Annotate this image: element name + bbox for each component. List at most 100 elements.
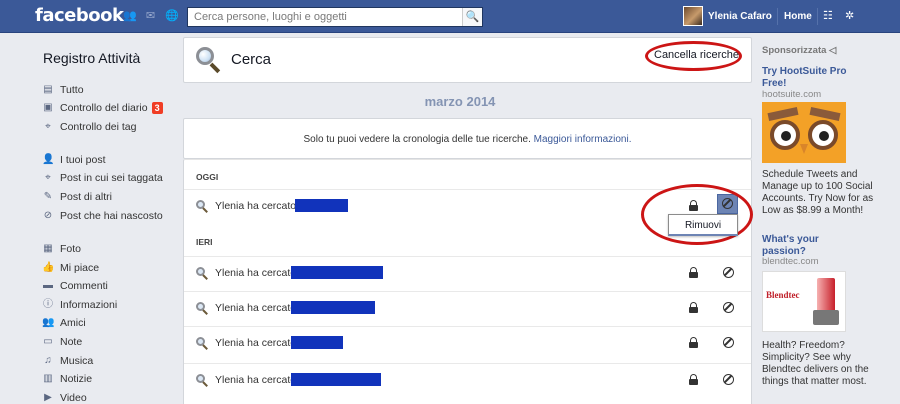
ad-title[interactable]: Try HootSuite Pro Free! [762,66,862,90]
tag-icon: ⌖ [45,172,51,183]
sidebar-item-label: Post in cui sei taggata [60,172,163,184]
notifications-icon[interactable]: 🌐 [165,10,179,22]
video-icon: ▶ [44,392,52,403]
tag-icon: ⌖ [45,121,51,132]
learn-more-link[interactable]: Maggiori informazioni. [534,134,632,145]
sidebar-item-informazioni[interactable]: ⓘ Informazioni [42,298,117,312]
row-text: Ylenia ha cercato [215,267,297,279]
gear-icon[interactable]: ✲ [845,10,854,22]
notice-text: Solo tu puoi vedere la cronologia delle … [303,134,531,145]
profile-link[interactable]: Ylenia Cafaro [708,11,772,22]
block-icon[interactable] [723,337,734,348]
sidebar-title: Registro Attività [43,50,141,66]
block-icon[interactable] [723,267,734,278]
search-input[interactable]: Cerca persone, luoghi e oggetti 🔍 [187,7,483,27]
friends-icon: 👥 [42,317,55,328]
news-icon: ▥ [43,373,53,384]
page-title: Cerca [231,51,272,68]
month-heading: marzo 2014 [424,94,496,109]
search-button[interactable]: 🔍 [462,8,482,26]
sidebar-item-post-di-altri[interactable]: ✎ Post di altri [42,190,112,204]
ad-icon: ◁ [829,45,837,56]
comment-icon: ▬ [43,280,53,291]
search-icon [196,267,208,280]
info-icon: ⓘ [43,299,53,310]
sidebar-item-label: Mi piace [60,262,100,274]
sidebar-item-controllo-del-diario[interactable]: ▣ Controllo del diario 3 [42,101,163,115]
section-label: IERI [196,237,213,247]
ad-domain: hootsuite.com [762,89,822,100]
block-icon[interactable] [723,302,734,313]
messages-icon[interactable]: ✉ [144,10,157,22]
redacted-search-term [295,199,348,212]
left-sidebar: Registro Attività ▤ Tutto ▣ Controllo del d… [0,34,170,404]
lock-icon[interactable] [688,267,700,279]
lock-icon[interactable] [688,337,700,349]
sidebar-item-musica[interactable]: ♫ Musica [42,354,93,368]
lock-icon[interactable] [688,374,700,386]
sidebar-item-commenti[interactable]: ▬ Commenti [42,279,108,293]
sidebar-item-i-tuoi-post[interactable]: 👤 I tuoi post [42,153,106,167]
redacted-search-term [291,336,343,349]
sidebar-item-video[interactable]: ▶ Video [42,391,87,404]
magnifier-icon [196,47,221,74]
search-placeholder: Cerca persone, luoghi e oggetti [194,11,347,23]
sidebar-item-label: Post che hai nascosto [60,210,163,222]
block-icon[interactable] [723,374,734,385]
divider [777,8,778,25]
search-history-row: Ylenia ha cercato [184,291,751,326]
like-icon: 👍 [42,262,55,273]
remove-menu[interactable]: Rimuovi [668,214,738,236]
search-icon: 🔍 [465,11,480,23]
home-link[interactable]: Home [784,11,812,22]
sidebar-item-note[interactable]: ▭ Note [42,335,82,349]
search-icon [196,200,208,213]
blendtec-image[interactable]: Blendtec [762,271,846,332]
sidebar-item-post-che-hai-nascosto[interactable]: ⊘ Post che hai nascosto [42,209,163,223]
sidebar-item-label: Video [60,392,87,404]
sidebar-item-label: Informazioni [60,299,118,311]
person-icon: 👤 [42,154,55,165]
row-text: Ylenia ha cercato [215,337,297,349]
facebook-logo[interactable]: facebook [35,5,124,26]
hootsuite-owl-image[interactable] [762,102,846,163]
lock-icon[interactable] [688,302,700,314]
search-icon [196,302,208,315]
post-icon: ✎ [43,191,53,202]
redacted-search-term [291,301,375,314]
search-history-row: Ylenia ha cercato [184,363,751,398]
sidebar-item-label: Musica [60,355,94,367]
search-history-row: Ylenia ha cercato [184,326,751,361]
row-text: Ylenia ha cercato [215,302,297,314]
sidebar-item-post-in-cui-sei-taggata[interactable]: ⌖ Post in cui sei taggata [42,171,163,185]
sidebar-item-label: Notizie [60,373,93,385]
note-icon: ▭ [43,336,53,347]
sidebar-item-label: Controllo del diario [60,102,148,114]
sidebar-item-label: Foto [60,243,82,255]
sidebar-item-tutto[interactable]: ▤ Tutto [42,83,84,97]
notification-badge: 3 [151,102,163,114]
ad-title[interactable]: What's your passion? [762,234,862,258]
ad-body: Schedule Tweets and Manage up to 100 Soc… [762,169,874,216]
highlight-annotation [645,41,742,71]
sponsored-column: Sponsorizzata ◁ Try HootSuite Pro Free! … [762,34,892,404]
hidden-icon: ⊘ [43,210,53,221]
remove-option[interactable]: Rimuovi [669,220,737,231]
ad-body: Health? Freedom? Simplicity? See why Ble… [762,340,869,387]
sidebar-item-mi-piace[interactable]: 👍 Mi piace [42,261,99,275]
privacy-shortcuts-icon[interactable]: ☷ [823,10,833,22]
photo-icon: ▦ [43,243,53,254]
music-icon: ♫ [44,355,52,366]
row-text: Ylenia ha cercato [215,200,297,212]
sidebar-item-label: I tuoi post [60,154,106,166]
sidebar-item-label: Tutto [60,84,84,96]
top-bar: facebook 👥 ✉ 🌐 Cerca persone, luoghi e o… [0,0,900,33]
page-icon: ▤ [43,84,53,95]
sidebar-item-amici[interactable]: 👥 Amici [42,316,86,330]
ad-domain: blendtec.com [762,256,819,267]
sidebar-item-foto[interactable]: ▦ Foto [42,242,81,256]
sidebar-item-controllo-dei-tag[interactable]: ⌖ Controllo dei tag [42,120,136,134]
sidebar-item-notizie[interactable]: ▥ Notizie [42,372,92,386]
avatar[interactable] [683,6,703,26]
friend-requests-icon[interactable]: 👥 [123,10,137,22]
